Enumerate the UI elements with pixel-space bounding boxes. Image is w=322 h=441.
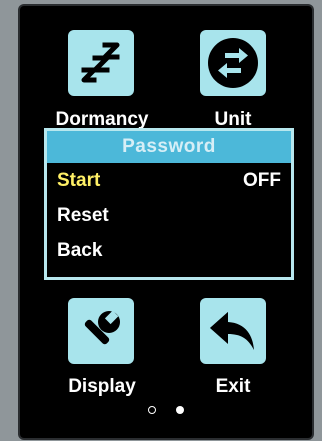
back-arrow-icon: [206, 306, 260, 356]
menu-item-start[interactable]: Start OFF: [47, 163, 291, 198]
password-dialog: Password Start OFF Reset Back: [44, 128, 294, 280]
page-indicator: [20, 406, 312, 414]
device-screen: Dormancy Unit Password Start OFF Reset B…: [20, 6, 312, 438]
menu-item-label: Back: [57, 239, 103, 261]
page-dot-1[interactable]: [148, 406, 156, 414]
sleep-zzz-icon: [75, 37, 127, 89]
wrench-icon: [76, 306, 126, 356]
display-button[interactable]: [68, 298, 134, 364]
menu-item-back[interactable]: Back: [47, 233, 291, 268]
menu-item-label: Reset: [57, 204, 109, 226]
start-status-value: OFF: [243, 169, 281, 191]
exit-button[interactable]: [200, 298, 266, 364]
menu-item-reset[interactable]: Reset: [47, 198, 291, 233]
exit-label: Exit: [215, 376, 251, 397]
dialog-title: Password: [47, 131, 291, 163]
swap-arrows-icon: [205, 35, 261, 91]
menu-item-label: Start: [57, 169, 101, 191]
dormancy-button[interactable]: [68, 30, 134, 96]
page-dot-2-active[interactable]: [176, 406, 184, 414]
display-label: Display: [68, 376, 136, 397]
unit-button[interactable]: [200, 30, 266, 96]
